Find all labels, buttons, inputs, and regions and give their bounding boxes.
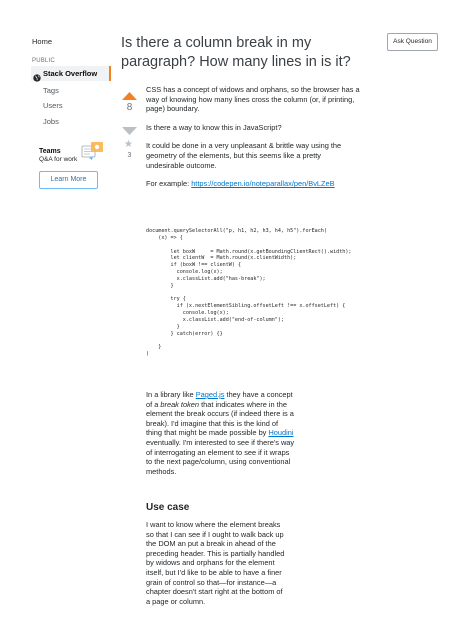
sidebar-item-users[interactable]: Users	[43, 101, 63, 110]
ask-question-button[interactable]: Ask Question	[387, 33, 438, 51]
codepen-link[interactable]: https://codepen.io/noteparallax/pen/BvLZ…	[191, 179, 334, 188]
body-paragraph: For example: https://codepen.io/notepara…	[146, 179, 361, 189]
downvote-arrow-icon[interactable]	[122, 122, 137, 140]
teams-title: Teams	[39, 148, 61, 155]
vote-count: 8	[126, 102, 133, 113]
body-paragraph: It could be done in a very unpleasant & …	[146, 141, 342, 170]
pagedjs-link[interactable]: Paged.js	[196, 390, 225, 399]
sidebar-item-jobs[interactable]: Jobs	[43, 117, 59, 126]
emphasis-text: break token	[160, 399, 200, 409]
text-span: eventually. I'm interested to see if the…	[146, 437, 295, 476]
teams-illustration-icon	[81, 140, 107, 167]
question-body: CSS has a concept of widows and orphans,…	[146, 85, 361, 198]
teams-promo: Teams Q&A for work Learn More	[31, 139, 107, 195]
sidebar-item-home[interactable]: Home	[32, 37, 52, 46]
sidebar-item-stack-overflow[interactable]: Stack Overflow	[31, 66, 111, 82]
sidebar-item-tags[interactable]: Tags	[43, 86, 59, 95]
question-title[interactable]: Is there a column break in my paragraph?…	[121, 34, 381, 72]
body-paragraph: Is there a way to know this in JavaScrip…	[146, 122, 282, 132]
left-sidebar: Home PUBLIC Stack Overflow Tags Users Jo…	[0, 0, 111, 620]
code-block: document.querySelectorAll("p, h1, h2, h3…	[146, 228, 364, 388]
learn-more-button[interactable]: Learn More	[39, 171, 98, 189]
favorite-count: 3	[127, 152, 132, 159]
houdini-link[interactable]: Houdini	[268, 428, 293, 437]
example-prefix: For example:	[146, 179, 192, 189]
globe-icon	[33, 69, 41, 87]
use-case-heading: Use case	[146, 502, 190, 513]
body-paragraph: In a library like Paged.js they have a c…	[146, 390, 296, 476]
text-span: In a library like	[146, 390, 196, 399]
bottom-fade	[146, 604, 296, 620]
teams-subtitle: Q&A for work	[39, 156, 78, 163]
sidebar-public-label: PUBLIC	[32, 58, 55, 64]
sidebar-item-label: Stack Overflow	[43, 69, 98, 78]
favorite-star-icon[interactable]: ★	[124, 139, 133, 150]
body-paragraph: CSS has a concept of widows and orphans,…	[146, 85, 360, 114]
